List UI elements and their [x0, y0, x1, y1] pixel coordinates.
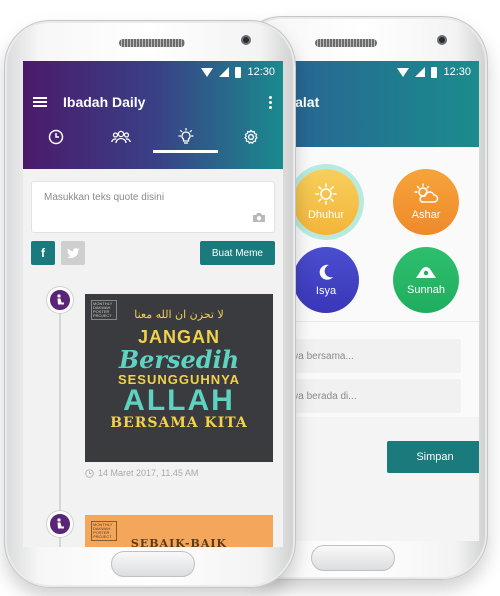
status-time: 12:30 — [443, 66, 471, 78]
avatar[interactable] — [47, 511, 73, 537]
prayer-label: Isya — [315, 285, 337, 297]
clock-icon — [85, 468, 94, 478]
facebook-share-button[interactable]: f — [31, 241, 55, 265]
speaker-grille — [315, 39, 377, 47]
save-button[interactable]: Simpan — [387, 441, 479, 473]
prayer-sunnah-button[interactable]: Sunnah — [393, 247, 459, 313]
status-bar: 12:30 — [23, 61, 283, 83]
front-phone: 12:30 Ibadah Daily Masukkan teks quote d… — [4, 20, 296, 588]
prayer-mat-icon — [416, 267, 436, 278]
poster-line-2: Bersedih — [118, 345, 240, 374]
poster-line-4: ALLAH — [123, 384, 235, 417]
front-camera — [437, 35, 447, 45]
people-icon — [110, 130, 131, 144]
timeline-line — [59, 299, 61, 547]
tab-settings[interactable] — [218, 121, 283, 153]
quote-input[interactable]: Masukkan teks quote disini — [31, 181, 275, 233]
signal-icon — [415, 67, 426, 77]
app-title: Ibadah Daily — [63, 94, 146, 110]
wifi-icon — [201, 67, 214, 77]
battery-icon — [431, 66, 438, 78]
more-options-icon[interactable] — [269, 95, 273, 109]
camera-icon[interactable] — [252, 212, 266, 226]
home-button[interactable] — [111, 551, 195, 577]
timestamp-text: 14 Maret 2017, 11.45 AM — [98, 468, 199, 478]
poster-line-5: BERSAMA KITA — [110, 415, 248, 431]
poster-line-1: SEBAIK-BAIK — [130, 537, 228, 547]
companion-input[interactable]: Saya bersama... — [271, 339, 461, 373]
make-meme-button[interactable]: Buat Meme — [199, 241, 275, 265]
location-input[interactable]: Saya berada di... — [271, 379, 461, 413]
prayer-label: Dhuhur — [307, 209, 345, 221]
quotes-screen: 12:30 Ibadah Daily Masukkan teks quote d… — [23, 61, 283, 547]
signal-icon — [219, 67, 230, 77]
battery-icon — [235, 66, 242, 78]
quote-poster-image[interactable]: MONTHLY DAKWAH POSTER PROJECT لا تحزن ان… — [85, 294, 273, 462]
praying-person-icon — [57, 518, 64, 529]
avatar[interactable] — [47, 287, 73, 313]
quote-poster-image[interactable]: MONTHLY DAKWAH POSTER PROJECT SEBAIK-BAI… — [85, 515, 273, 547]
toolbar: Ibadah Daily — [23, 83, 283, 121]
tab-inspiration[interactable] — [153, 121, 218, 153]
sun-icon — [315, 183, 337, 205]
poster-logo: MONTHLY DAKWAH POSTER PROJECT — [91, 300, 117, 320]
lightbulb-icon — [177, 128, 194, 144]
prayer-dhuhur-button[interactable]: Dhuhur — [293, 169, 359, 235]
praying-person-icon — [57, 294, 64, 305]
prayer-isya-button[interactable]: Isya — [293, 247, 359, 313]
hamburger-menu-icon[interactable] — [33, 97, 47, 107]
clock-icon — [48, 129, 63, 145]
twitter-share-button[interactable] — [61, 241, 85, 265]
quote-placeholder: Masukkan teks quote disini — [44, 192, 165, 203]
front-camera — [241, 35, 251, 45]
prayer-label: Ashar — [411, 209, 441, 221]
tab-bar — [23, 121, 283, 153]
home-button[interactable] — [311, 545, 395, 571]
share-actions: f Buat Meme — [31, 241, 275, 265]
speaker-grille — [119, 39, 185, 47]
status-time: 12:30 — [247, 66, 275, 78]
app-header: 12:30 Ibadah Daily — [23, 61, 283, 169]
prayer-ashar-button[interactable]: Ashar — [393, 169, 459, 235]
gear-icon — [243, 129, 258, 144]
moon-icon — [319, 264, 333, 280]
tab-community[interactable] — [88, 121, 153, 153]
sun-cloud-icon — [414, 183, 439, 203]
facebook-icon: f — [41, 246, 45, 260]
feed: Masukkan teks quote disini f Buat Meme M… — [23, 169, 283, 547]
twitter-icon — [66, 247, 79, 258]
prayer-label: Sunnah — [407, 284, 445, 296]
wifi-icon — [397, 67, 410, 77]
tab-schedule[interactable] — [23, 121, 88, 153]
post-timestamp: 14 Maret 2017, 11.45 AM — [85, 468, 198, 478]
